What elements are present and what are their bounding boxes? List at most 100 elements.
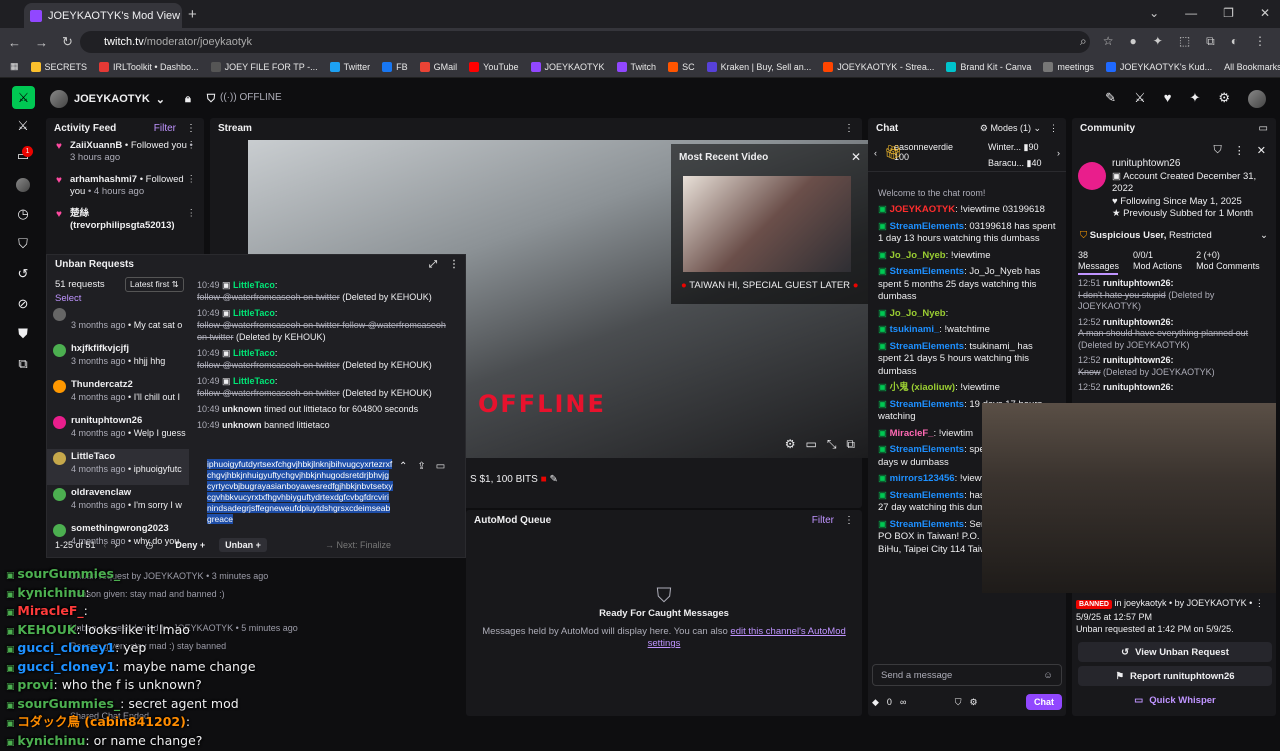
most-recent-video-card[interactable]: Most Recent Video ✕ ● TAIWAN HI, SPECIAL… bbox=[671, 144, 869, 304]
apps-icon[interactable]: ▦ bbox=[10, 61, 19, 72]
log-user[interactable]: LittleTaco bbox=[233, 308, 275, 318]
star-icon[interactable]: ☆ bbox=[1103, 34, 1114, 49]
comment-icon[interactable]: ▭ bbox=[436, 461, 445, 472]
more-icon[interactable]: ⋮ bbox=[449, 259, 459, 270]
more-icon[interactable]: ⋮ bbox=[187, 140, 197, 152]
chat-username[interactable]: StreamElements bbox=[890, 399, 964, 410]
avatar[interactable] bbox=[1248, 90, 1266, 108]
chat-username[interactable]: StreamElements bbox=[890, 519, 964, 530]
shield-icon[interactable]: ⛊ bbox=[18, 326, 28, 342]
next-finalize-button[interactable]: → Next: Finalize bbox=[325, 540, 391, 550]
unban-request-item[interactable]: LittleTaco4 months ago • iphuoigyfutc bbox=[47, 449, 189, 485]
bits-icon[interactable]: ◆ bbox=[872, 697, 879, 708]
forward-icon[interactable]: → bbox=[35, 35, 48, 50]
log-user[interactable]: runituphtown26: bbox=[1103, 382, 1174, 392]
more-icon[interactable]: ⋮ bbox=[187, 174, 197, 186]
recent-video-caption[interactable]: ● TAIWAN HI, SPECIAL GUEST LATER ● bbox=[681, 280, 858, 291]
chat-username[interactable]: StreamElements bbox=[890, 490, 964, 501]
profile-icon[interactable]: ◐ bbox=[1231, 34, 1238, 49]
more-icon[interactable]: ⋮ bbox=[844, 515, 854, 526]
log-user[interactable]: runituphtown26: bbox=[1103, 355, 1174, 365]
chat-username[interactable]: MiracleF_ bbox=[890, 428, 934, 439]
stat-tab[interactable]: 0/0/1Mod Actions bbox=[1133, 250, 1182, 272]
bookmark-item[interactable]: Brand Kit - Canva bbox=[946, 62, 1031, 72]
avatar[interactable] bbox=[1078, 162, 1106, 190]
expand-icon[interactable]: ⤢ bbox=[429, 259, 437, 270]
chat-username[interactable]: StreamElements bbox=[890, 444, 964, 455]
close-icon[interactable]: ✕ bbox=[1257, 144, 1266, 157]
bookmark-item[interactable]: SECRETS bbox=[31, 62, 88, 72]
filter-button[interactable]: Filter bbox=[154, 123, 176, 134]
bookmark-item[interactable]: YouTube bbox=[469, 62, 518, 72]
reload-icon[interactable]: ↻ bbox=[62, 34, 73, 50]
chat-input[interactable]: Send a message☺ bbox=[872, 664, 1062, 686]
collapse-icon[interactable]: ▭ bbox=[1259, 123, 1268, 134]
gear-icon[interactable]: ⚙ bbox=[785, 437, 796, 452]
minimize-icon[interactable]: — bbox=[1185, 6, 1197, 20]
bookmark-item[interactable]: FB bbox=[382, 62, 408, 72]
activity-item[interactable]: ♥arhamhashmi7 • Followed you • 4 hours a… bbox=[46, 172, 204, 206]
chevron-up-icon[interactable]: ⌃ bbox=[399, 461, 407, 472]
unban-request-item[interactable]: 3 months ago • My cat sat o bbox=[47, 305, 189, 341]
chevron-right-icon[interactable]: › bbox=[1057, 148, 1060, 158]
chevron-left-icon[interactable]: ‹ bbox=[874, 148, 877, 158]
puzzle-icon[interactable]: ⧉ bbox=[1206, 34, 1215, 49]
prev-page-icon[interactable]: ‹ bbox=[104, 540, 107, 550]
log-user[interactable]: runituphtown26: bbox=[1103, 317, 1174, 327]
chat-username[interactable]: StreamElements bbox=[890, 341, 964, 352]
stat-tab[interactable]: 2 (+0)Mod Comments bbox=[1196, 250, 1260, 272]
emote-icon[interactable]: ☺ bbox=[1043, 670, 1053, 681]
report-user-button[interactable]: ⚑ Report runituphtown26 bbox=[1078, 666, 1272, 686]
leaderboard-entry[interactable]: easonneverdie100 bbox=[894, 142, 953, 162]
bookmark-item[interactable]: Twitter bbox=[330, 62, 371, 72]
bookmark-item[interactable]: GMail bbox=[420, 62, 458, 72]
more-icon[interactable]: ⋮ bbox=[186, 123, 196, 134]
clip-icon[interactable]: ⧉ bbox=[18, 356, 27, 372]
extension-icon[interactable]: ⬚ bbox=[1179, 34, 1190, 49]
log-user[interactable]: runituphtown26: bbox=[1103, 278, 1174, 288]
view-unban-request-button[interactable]: ↺ View Unban Request bbox=[1078, 642, 1272, 662]
bookmark-item[interactable]: JOEY FILE FOR TP -... bbox=[211, 62, 318, 72]
menu-icon[interactable]: ⋮ bbox=[1254, 34, 1266, 49]
deny-button[interactable]: Deny + bbox=[175, 540, 205, 550]
select-button[interactable]: Select bbox=[55, 293, 81, 304]
shield-icon[interactable]: ⛉ bbox=[955, 697, 962, 708]
shield-icon[interactable]: ⛉ bbox=[18, 236, 28, 252]
channel-switcher[interactable]: JOEYKAOTYK ⌄ 🔒︎ ⛉ bbox=[50, 90, 215, 108]
chat-username[interactable]: tsukinami_ bbox=[890, 324, 940, 335]
popout-icon[interactable]: ⤡ bbox=[827, 437, 837, 452]
sort-dropdown[interactable]: Latest first ⇅ bbox=[125, 277, 184, 292]
bookmark-item[interactable]: IRLToolkit • Dashbo... bbox=[99, 62, 199, 72]
stat-tab[interactable]: 38Messages bbox=[1078, 250, 1119, 272]
bookmark-item[interactable]: JOEYKAOTYK's Kud... bbox=[1106, 62, 1212, 72]
sword-icon[interactable]: ⚔ bbox=[1134, 90, 1146, 108]
chat-username[interactable]: Jo_Jo_Nyeb bbox=[890, 308, 946, 319]
more-icon[interactable]: ⋮ bbox=[1234, 144, 1245, 157]
sword-icon[interactable]: ⚔ bbox=[17, 118, 29, 134]
unban-button[interactable]: Unban + bbox=[219, 538, 267, 552]
quick-whisper-button[interactable]: ▭ Quick Whisper bbox=[1078, 690, 1272, 710]
log-user[interactable]: LittleTaco bbox=[233, 376, 275, 386]
close-icon[interactable]: ✕ bbox=[851, 150, 861, 164]
extension-icon[interactable]: ✦ bbox=[1153, 34, 1163, 49]
bookmark-item[interactable]: JOEYKAOTYK bbox=[531, 62, 605, 72]
activity-user[interactable]: ZaiiXuannB bbox=[70, 140, 122, 151]
bookmark-item[interactable]: Twitch bbox=[617, 62, 657, 72]
edit-icon[interactable]: ✎ bbox=[549, 474, 557, 485]
next-page-icon[interactable]: › bbox=[115, 540, 118, 550]
chat-username[interactable]: StreamElements bbox=[890, 266, 964, 277]
unban-request-item[interactable]: runituphtown264 months ago • Welp I gues… bbox=[47, 413, 189, 449]
close-window-icon[interactable]: ✕ bbox=[1260, 6, 1270, 20]
timer-icon[interactable]: ◷ bbox=[146, 540, 154, 551]
suspicious-user-row[interactable]: ⛉ Suspicious User, Restricted ⌄ bbox=[1072, 230, 1276, 241]
activity-user[interactable]: arhamhashmi7 bbox=[70, 174, 137, 185]
all-bookmarks[interactable]: All Bookmarks bbox=[1224, 62, 1280, 72]
activity-user[interactable]: 楚絲 (trevorphilipsgta52013) bbox=[70, 208, 175, 231]
activity-item[interactable]: ♥楚絲 (trevorphilipsgta52013) ⋮ bbox=[46, 206, 204, 240]
restore-icon[interactable]: ❐ bbox=[1223, 6, 1234, 20]
mod-sword-icon[interactable]: ⚔ bbox=[12, 86, 35, 109]
url-field[interactable]: twitch.tv/moderator/joeykaotyk bbox=[80, 31, 1090, 53]
chat-username[interactable]: Jo_Jo_Nyeb bbox=[890, 250, 946, 261]
timer-icon[interactable]: ◷ bbox=[17, 206, 28, 222]
zoom-icon[interactable]: ⌕ bbox=[1080, 34, 1087, 49]
